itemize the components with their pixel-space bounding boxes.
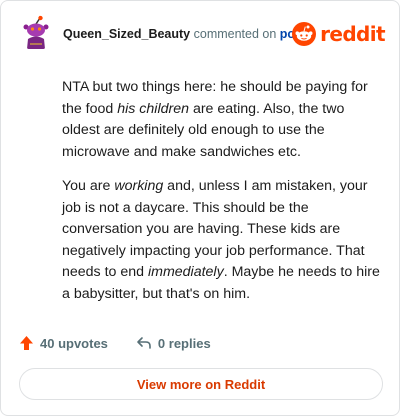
comment-actions: 40 upvotes 0 replies xyxy=(19,332,211,354)
comment-paragraph-2: You are working and, unless I am mistake… xyxy=(62,178,380,302)
reply-count: 0 replies xyxy=(157,335,211,351)
comment-paragraph-1: NTA but two things here: he should be pa… xyxy=(62,79,368,160)
comment-embed-card: Queen_Sized_Beauty commented on post red… xyxy=(0,0,400,416)
reply-arrow-icon xyxy=(137,337,151,349)
user-avatar[interactable] xyxy=(19,15,53,51)
upvote-arrow-icon xyxy=(20,336,33,350)
upvote-button[interactable]: 40 upvotes xyxy=(19,335,108,351)
reddit-wordmark: reddit xyxy=(320,22,385,46)
comment-body: NTA but two things here: he should be pa… xyxy=(62,77,382,318)
commented-on-text: commented on xyxy=(193,27,277,41)
view-more-button[interactable]: View more on Reddit xyxy=(19,368,383,400)
comment-byline: Queen_Sized_Beauty commented on post xyxy=(63,27,306,41)
username-link[interactable]: Queen_Sized_Beauty xyxy=(63,27,190,41)
comment-header: Queen_Sized_Beauty commented on post red… xyxy=(19,15,386,53)
upvote-count: 40 upvotes xyxy=(40,335,108,351)
reddit-logo[interactable]: reddit xyxy=(292,21,386,47)
snoo-avatar-icon xyxy=(19,15,53,50)
reddit-snoo-logo-icon xyxy=(292,22,317,46)
reply-button[interactable]: 0 replies xyxy=(136,336,211,351)
